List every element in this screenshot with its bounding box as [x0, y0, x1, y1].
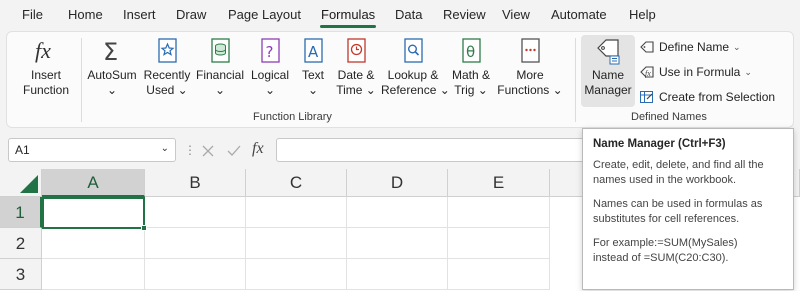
more-functions-button[interactable]: More Functions ⌄ — [497, 36, 563, 98]
defined-names-group-label: Defined Names — [631, 111, 707, 123]
cell[interactable] — [246, 259, 347, 290]
column-header-e[interactable]: E — [448, 169, 550, 197]
tab-file[interactable]: File — [22, 7, 43, 22]
chevron-down-icon: ⌄ — [733, 41, 741, 52]
tooltip-description: Create, edit, delete, and find all the n… — [593, 159, 764, 186]
cell[interactable] — [246, 228, 347, 259]
cell[interactable] — [448, 197, 550, 228]
formula-tag-icon: fx — [640, 66, 654, 78]
cell[interactable] — [246, 197, 347, 228]
cancel-icon[interactable] — [200, 143, 216, 159]
column-header-c[interactable]: C — [246, 169, 347, 197]
coins-book-icon — [211, 38, 230, 63]
cell[interactable] — [448, 228, 550, 259]
column-header-d[interactable]: D — [347, 169, 448, 197]
math-trig-button[interactable]: θ Math & Trig ⌄ — [447, 36, 495, 98]
define-name-button[interactable]: Define Name ⌄ — [639, 39, 741, 55]
fill-handle[interactable] — [141, 225, 147, 231]
column-header-b[interactable]: B — [145, 169, 246, 197]
tab-data[interactable]: Data — [395, 7, 422, 22]
theta-book-icon: θ — [462, 38, 481, 63]
cell[interactable] — [347, 228, 448, 259]
text-book-icon: A — [304, 38, 323, 63]
use-in-formula-button[interactable]: fx Use in Formula ⌄ — [639, 64, 752, 80]
create-from-selection-icon — [640, 91, 653, 103]
row-header-2[interactable]: 2 — [0, 228, 42, 259]
enter-check-icon[interactable] — [226, 143, 242, 159]
row-header-1[interactable]: 1 — [0, 197, 42, 228]
svg-text:fx: fx — [35, 38, 51, 63]
tab-draw[interactable]: Draw — [176, 7, 206, 22]
group-separator — [575, 38, 576, 122]
lookup-reference-button[interactable]: Lookup & Reference ⌄ — [381, 36, 450, 98]
fx-icon: fx — [35, 38, 51, 63]
tab-home[interactable]: Home — [68, 7, 103, 22]
name-box[interactable]: A1 ⌄ — [8, 138, 176, 162]
more-options-icon[interactable]: ⋮ — [184, 143, 196, 157]
insert-function-icon[interactable]: fx — [252, 140, 264, 158]
tooltip-example: For example:=SUM(MySales) instead of =SU… — [593, 237, 738, 264]
cell[interactable] — [347, 197, 448, 228]
cell[interactable] — [145, 259, 246, 290]
financial-button[interactable]: Financial ⌄ — [194, 36, 246, 98]
name-manager-tooltip: Name Manager (Ctrl+F3) Create, edit, del… — [582, 128, 794, 290]
cell[interactable] — [42, 259, 145, 290]
tab-automate[interactable]: Automate — [551, 7, 607, 22]
name-tag-icon — [597, 39, 620, 65]
insert-function-button[interactable]: fx Insert Function — [17, 36, 75, 98]
recently-used-button[interactable]: Recently Used ⌄ — [141, 36, 193, 98]
tab-page-layout[interactable]: Page Layout — [228, 7, 301, 22]
tooltip-usage: Names can be used in formulas as substit… — [593, 198, 763, 225]
svg-text:fx: fx — [645, 69, 651, 78]
date-time-button[interactable]: Date & Time ⌄ — [333, 36, 379, 98]
clock-book-icon — [347, 38, 366, 63]
ribbon: fx Insert Function Σ AutoSum ⌄ Recently … — [6, 31, 794, 128]
more-functions-book-icon — [521, 38, 540, 63]
sigma-icon: Σ — [103, 38, 118, 66]
star-book-icon — [158, 38, 177, 63]
svg-text:?: ? — [266, 43, 274, 61]
svg-text:Σ: Σ — [103, 38, 118, 66]
chevron-down-icon: ⌄ — [744, 66, 752, 77]
cell[interactable] — [145, 197, 246, 228]
active-cell-a1[interactable] — [42, 197, 147, 231]
svg-text:θ: θ — [466, 43, 475, 61]
question-book-icon: ? — [261, 38, 280, 63]
row-header-3[interactable]: 3 — [0, 259, 42, 290]
tab-formulas[interactable]: Formulas — [321, 7, 375, 22]
chevron-down-icon[interactable]: ⌄ — [161, 143, 169, 154]
tab-insert[interactable]: Insert — [123, 7, 156, 22]
select-all-triangle-icon — [20, 175, 38, 193]
cell[interactable] — [42, 228, 145, 259]
text-button[interactable]: A Text ⌄ — [295, 36, 331, 98]
cell[interactable] — [448, 259, 550, 290]
tooltip-title: Name Manager (Ctrl+F3) — [593, 138, 726, 150]
tab-review[interactable]: Review — [443, 7, 486, 22]
tag-icon — [640, 41, 654, 53]
tab-view[interactable]: View — [502, 7, 530, 22]
active-tab-indicator — [320, 25, 376, 28]
menu-bar: File Home Insert Draw Page Layout Formul… — [0, 0, 800, 30]
create-from-selection-button[interactable]: Create from Selection — [639, 89, 775, 105]
autosum-button[interactable]: Σ AutoSum ⌄ — [85, 36, 139, 98]
function-library-group-label: Function Library — [253, 111, 332, 123]
select-all-button[interactable] — [0, 169, 42, 197]
cell[interactable] — [145, 228, 246, 259]
formula-input[interactable] — [276, 138, 586, 162]
column-header-a[interactable]: A — [42, 169, 145, 197]
group-separator — [81, 38, 82, 122]
name-manager-button[interactable]: Name Manager — [581, 36, 635, 98]
svg-text:A: A — [308, 43, 319, 61]
logical-button[interactable]: ? Logical ⌄ — [247, 36, 293, 98]
magnifier-book-icon — [404, 38, 423, 63]
tab-help[interactable]: Help — [629, 7, 656, 22]
cell[interactable] — [347, 259, 448, 290]
